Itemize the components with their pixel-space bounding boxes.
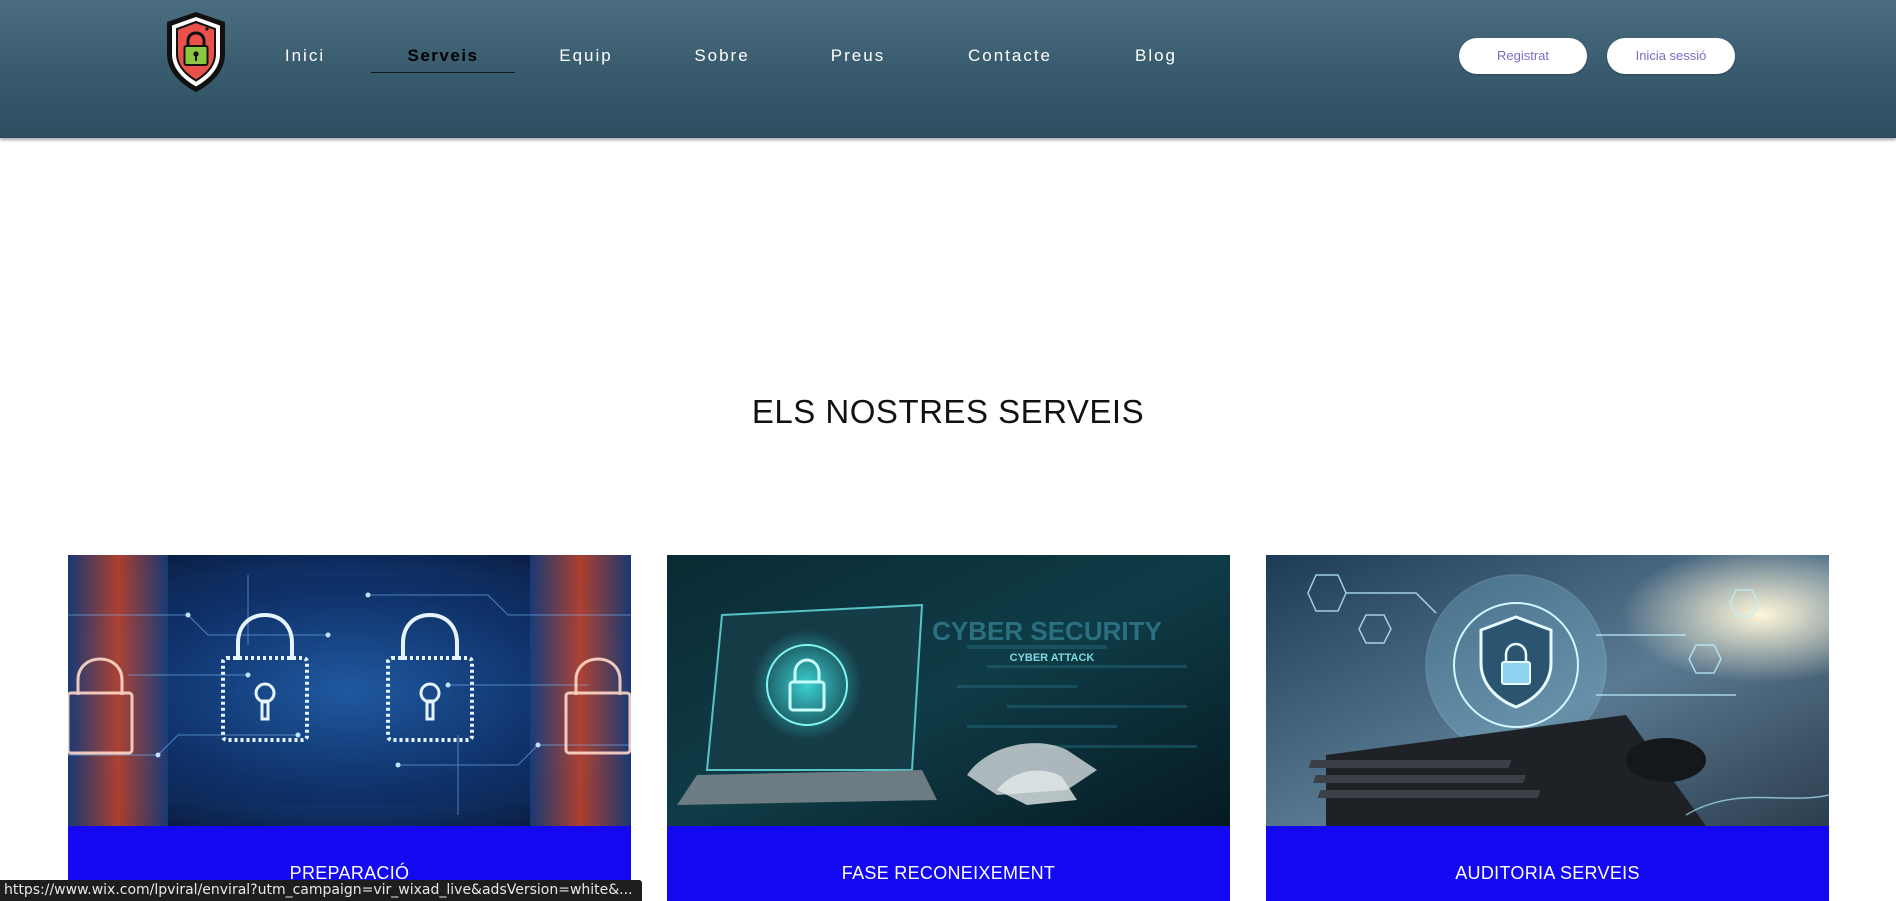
service-card-fase-reconeixement[interactable]: CYBER SECURITY CYBER ATTACK FASE RECONEI… [667, 555, 1230, 901]
site-header: Inici Serveis Equip Sobre Preus Contacte… [0, 0, 1896, 138]
nav-item-serveis[interactable]: Serveis [371, 44, 515, 73]
cyber-attack-image-text: CYBER ATTACK [1010, 652, 1095, 664]
card-title-band: AUDITORIA SERVEIS [1266, 826, 1829, 901]
service-image-padlocks [68, 555, 631, 826]
nav-item-sobre[interactable]: Sobre [684, 44, 760, 72]
nav-item-equip[interactable]: Equip [548, 44, 624, 72]
nav-item-preus[interactable]: Preus [820, 44, 896, 72]
cyber-security-image-text: CYBER SECURITY [932, 616, 1162, 646]
nav-item-blog[interactable]: Blog [1125, 44, 1187, 72]
card-title: AUDITORIA SERVEIS [1455, 863, 1640, 883]
section-title: ELS NOSTRES SERVEIS [751, 393, 1145, 430]
nav-item-contacte[interactable]: Contacte [955, 44, 1065, 72]
service-card-auditoria-serveis[interactable]: AUDITORIA SERVEIS [1266, 555, 1829, 901]
card-title: FASE RECONEIXEMENT [841, 863, 1056, 883]
login-button[interactable]: Inicia sessió [1607, 38, 1735, 74]
service-card-preparacio[interactable]: PREPARACIÓ [68, 555, 631, 901]
register-button[interactable]: Registrat [1459, 38, 1587, 74]
card-title-band: FASE RECONEIXEMENT [667, 826, 1230, 901]
service-image-cyber-security: CYBER SECURITY CYBER ATTACK [667, 555, 1230, 826]
link-status-bar: https://www.wix.com/lpviral/enviral?utm_… [0, 880, 642, 901]
shield-lock-icon[interactable] [163, 10, 229, 96]
nav-item-inici[interactable]: Inici [272, 44, 338, 72]
service-image-shield-laptop [1266, 555, 1829, 826]
